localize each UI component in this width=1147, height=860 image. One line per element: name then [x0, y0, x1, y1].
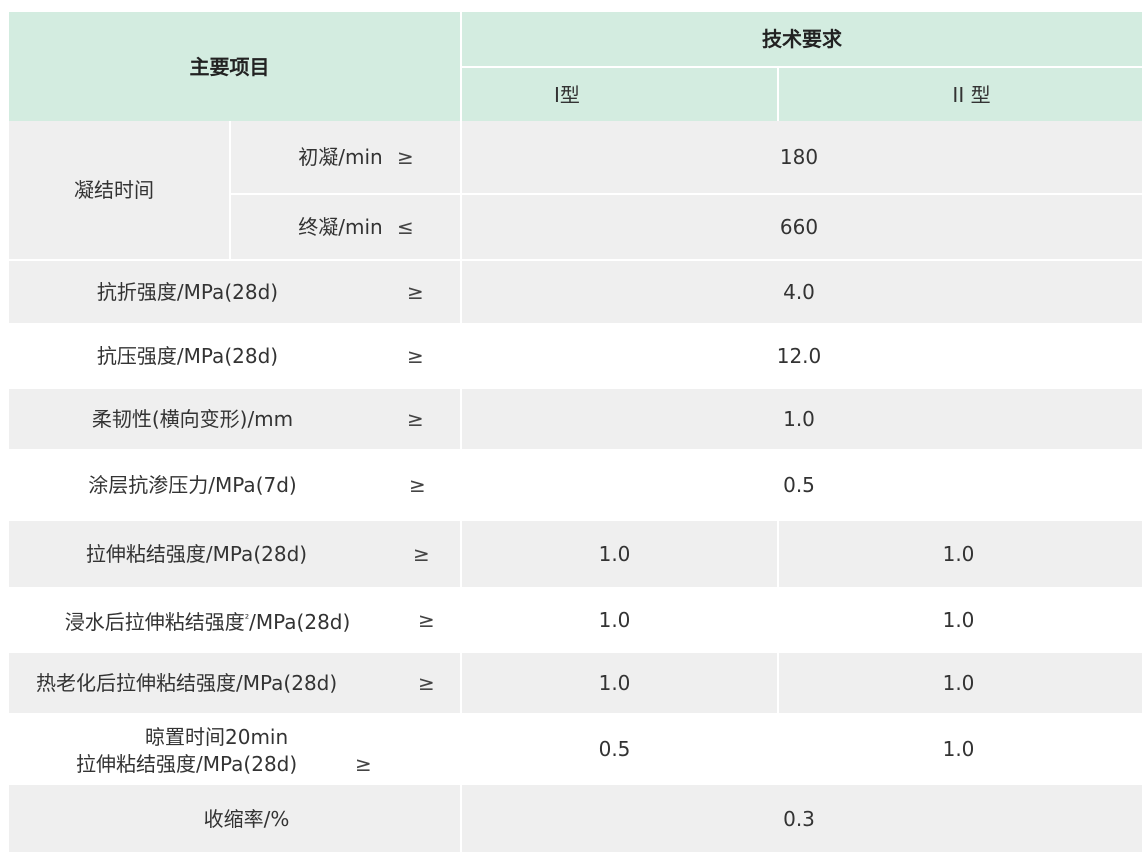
tensile-bond-open-v2: 1.0 [942, 737, 975, 761]
header-tech-req: 技术要求 [462, 12, 1142, 66]
tensile-bond-heat-label: 热老化后拉伸粘结强度/MPa(28d) [36, 671, 338, 695]
compressive-op: ≥ [407, 344, 424, 368]
flexibility-label: 柔韧性(横向变形)/mm [91, 407, 294, 431]
tensile-bond-open-line2: 拉伸粘结强度/MPa(28d) [76, 752, 298, 776]
header-type2: II 型 [779, 68, 1142, 121]
tensile-bond-v2-cell: 1.0 [779, 521, 1142, 587]
flexural-label-cell: 抗折强度/MPa(28d) ≥ [9, 261, 460, 323]
initial-set-op: ≥ [397, 145, 414, 169]
flexibility-label-cell: 柔韧性(横向变形)/mm ≥ [9, 389, 460, 449]
header-type1-label: I型 [554, 82, 580, 107]
tensile-bond-water-label-b: /MPa(28d) [249, 609, 351, 634]
tensile-bond-water-label: 浸水后拉伸粘结强度²/MPa(28d) [65, 606, 351, 635]
shrinkage-label: 收缩率/% [203, 806, 290, 831]
tensile-bond-heat-op: ≥ [418, 671, 435, 695]
tensile-bond-open-label-cell: 晾置时间20min 拉伸粘结强度/MPa(28d) ≥ [9, 715, 460, 783]
tensile-bond-v1: 1.0 [598, 542, 631, 566]
tensile-bond-v1-cell: 1.0 [462, 521, 777, 587]
flexural-op: ≥ [407, 280, 424, 304]
flexural-value: 4.0 [783, 280, 815, 304]
tensile-bond-water-label-a: 浸水后拉伸粘结强度 [64, 609, 245, 634]
setting-time-label-cell: 凝结时间 [9, 121, 229, 259]
impermeability-op: ≥ [409, 473, 426, 497]
tensile-bond-water-v1: 1.0 [598, 608, 631, 632]
header-type1: I型 [462, 68, 777, 121]
tensile-bond-open-v1-cell: 0.5 [462, 715, 777, 783]
impermeability-value: 0.5 [783, 473, 815, 497]
tensile-bond-op: ≥ [413, 542, 430, 566]
tensile-bond-water-v1-cell: 1.0 [462, 589, 777, 651]
setting-time-label: 凝结时间 [74, 178, 154, 202]
header-tech-req-label: 技术要求 [762, 27, 842, 51]
tensile-bond-water-v2-cell: 1.0 [779, 589, 1142, 651]
flexural-label: 抗折强度/MPa(28d) [96, 280, 279, 304]
tensile-bond-open-line1: 晾置时间20min [145, 725, 289, 749]
final-set-label-cell: 终凝/min ≤ [231, 195, 460, 259]
final-set-op: ≤ [397, 215, 414, 239]
impermeability-label-cell: 涂层抗渗压力/MPa(7d) ≥ [9, 451, 460, 519]
final-set-value-cell: 660 [462, 195, 1142, 259]
tensile-bond-label-cell: 拉伸粘结强度/MPa(28d) ≥ [9, 521, 460, 587]
initial-set-value: 180 [779, 145, 819, 169]
impermeability-value-cell: 0.5 [462, 451, 1142, 519]
initial-set-label-cell: 初凝/min ≥ [231, 121, 460, 193]
tensile-bond-water-v2: 1.0 [942, 608, 975, 632]
tensile-bond-v2: 1.0 [942, 542, 975, 566]
compressive-label-cell: 抗压强度/MPa(28d) ≥ [9, 325, 460, 387]
flexibility-op: ≥ [407, 407, 424, 431]
tensile-bond-heat-v2: 1.0 [942, 671, 975, 695]
final-set-value: 660 [779, 215, 819, 239]
tensile-bond-open-v1: 0.5 [598, 737, 631, 761]
header-main-item: 主要项目 [9, 12, 460, 121]
tensile-bond-water-label-cell: 浸水后拉伸粘结强度²/MPa(28d) ≥ [9, 589, 460, 651]
tensile-bond-open-v2-cell: 1.0 [779, 715, 1142, 783]
tensile-bond-heat-v2-cell: 1.0 [779, 653, 1142, 713]
flexibility-value-cell: 1.0 [462, 389, 1142, 449]
impermeability-label: 涂层抗渗压力/MPa(7d) [88, 473, 297, 497]
flexural-value-cell: 4.0 [462, 261, 1142, 323]
tensile-bond-heat-v1-cell: 1.0 [462, 653, 777, 713]
final-set-label: 终凝/min [298, 215, 383, 239]
header-main-item-label: 主要项目 [189, 54, 270, 79]
spec-table: 主要项目 技术要求 I型 II 型 凝结时间 初凝/min ≥ 180 终凝/m… [9, 12, 1142, 852]
tensile-bond-heat-v1: 1.0 [598, 671, 631, 695]
tensile-bond-heat-label-cell: 热老化后拉伸粘结强度/MPa(28d) ≥ [9, 653, 460, 713]
initial-set-value-cell: 180 [462, 121, 1142, 193]
shrinkage-value: 0.3 [783, 806, 815, 831]
compressive-value: 12.0 [776, 344, 822, 368]
flexibility-value: 1.0 [783, 407, 815, 431]
compressive-value-cell: 12.0 [462, 325, 1142, 387]
tensile-bond-open-op: ≥ [355, 752, 372, 776]
tensile-bond-label: 拉伸粘结强度/MPa(28d) [85, 542, 308, 566]
compressive-label: 抗压强度/MPa(28d) [96, 344, 279, 368]
shrinkage-label-cell: 收缩率/% [9, 785, 460, 852]
shrinkage-value-cell: 0.3 [462, 785, 1142, 852]
tensile-bond-water-op: ≥ [418, 608, 435, 632]
initial-set-label: 初凝/min [298, 145, 383, 169]
header-type2-label: II 型 [952, 82, 991, 107]
